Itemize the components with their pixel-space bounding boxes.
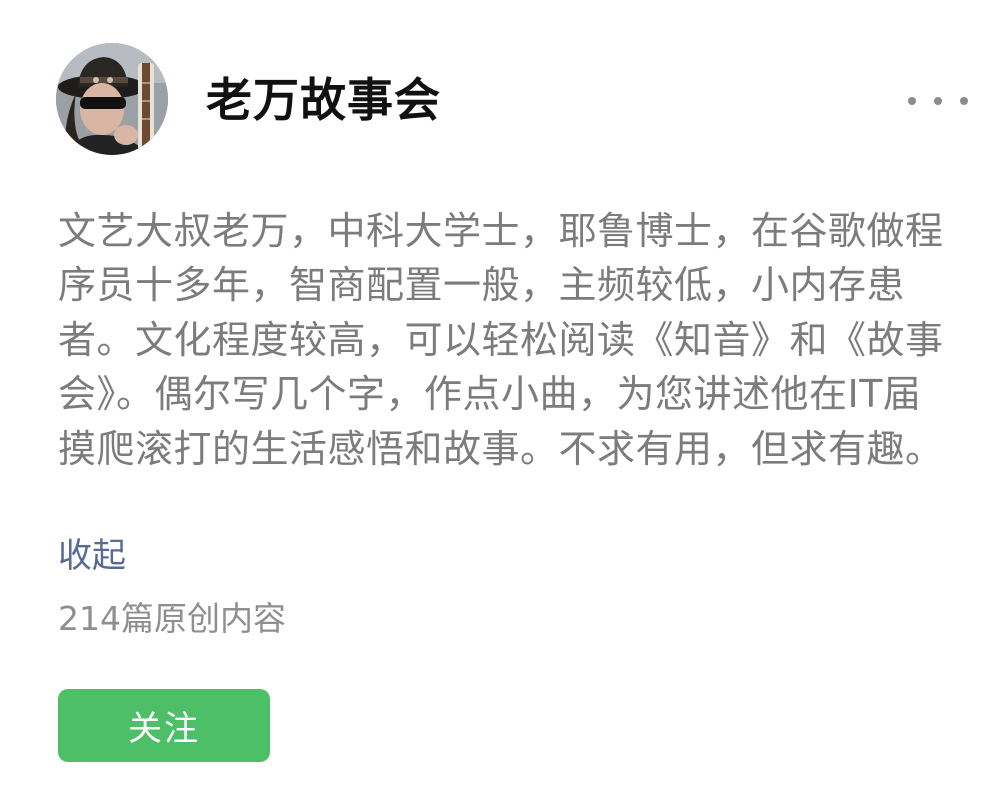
original-article-count: 214篇原创内容 xyxy=(58,599,286,638)
collapse-link[interactable]: 收起 xyxy=(58,532,126,580)
account-profile-card: 老万故事会 文艺大叔老万，中科大学士，耶鲁博士，在谷歌做程序员十多年，智商配置一… xyxy=(0,0,1000,807)
more-dots-icon xyxy=(934,97,942,105)
more-options-button[interactable] xyxy=(908,86,968,116)
more-dots-icon xyxy=(908,97,916,105)
more-dots-icon xyxy=(960,97,968,105)
avatar-photo-icon xyxy=(56,43,168,155)
account-description: 文艺大叔老万，中科大学士，耶鲁博士，在谷歌做程序员十多年，智商配置一般，主频较低… xyxy=(58,209,944,471)
follow-button[interactable]: 关注 xyxy=(58,689,270,762)
account-name: 老万故事会 xyxy=(206,73,441,127)
account-avatar[interactable] xyxy=(56,43,168,155)
